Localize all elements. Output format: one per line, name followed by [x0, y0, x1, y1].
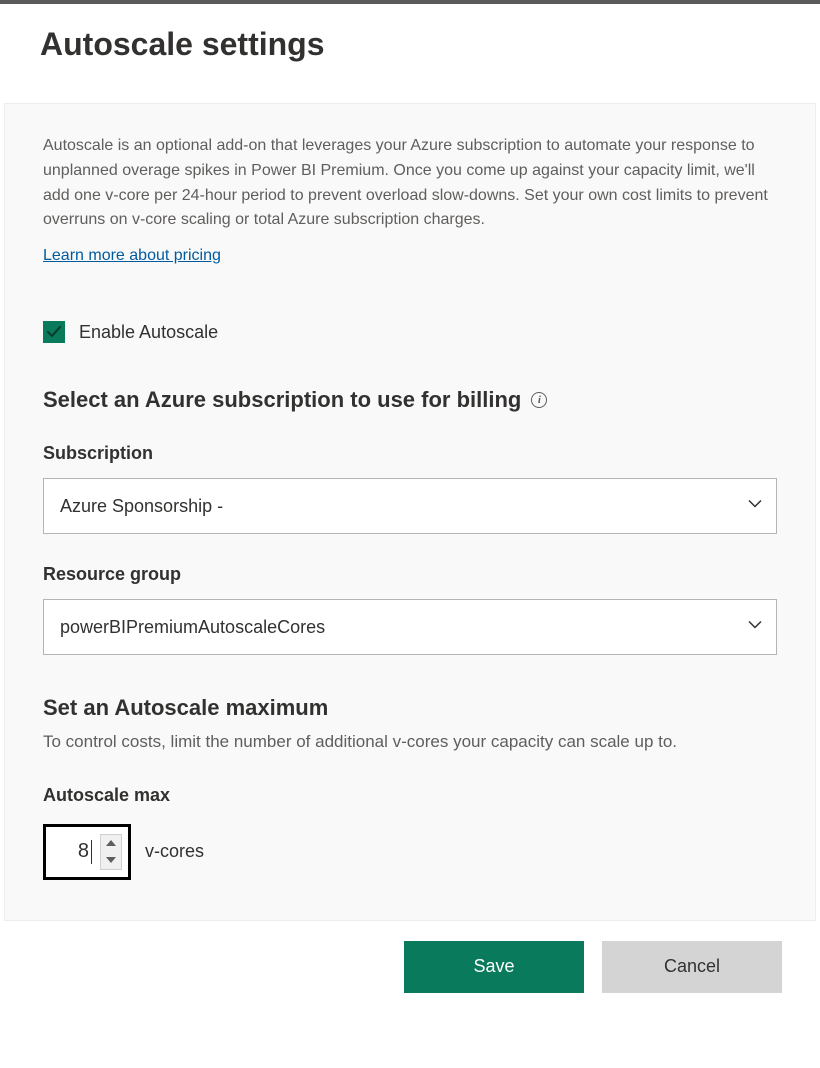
billing-section-title-text: Select an Azure subscription to use for … [43, 387, 521, 413]
autoscale-max-unit: v-cores [145, 841, 204, 862]
caret-up-icon [106, 840, 116, 846]
subscription-select-wrap: Azure Sponsorship - [43, 478, 777, 534]
autoscale-max-input[interactable] [56, 840, 92, 864]
learn-more-link[interactable]: Learn more about pricing [43, 247, 221, 265]
spinner-down-button[interactable] [101, 852, 121, 869]
subscription-label: Subscription [43, 443, 777, 464]
spinner-buttons [100, 834, 122, 870]
autoscale-max-spinner [43, 824, 131, 880]
checkmark-icon [46, 324, 62, 340]
info-icon[interactable]: i [531, 392, 547, 408]
dialog-header: Autoscale settings [0, 4, 820, 103]
subscription-select[interactable]: Azure Sponsorship - [43, 478, 777, 534]
spinner-up-button[interactable] [101, 835, 121, 852]
resource-group-select-wrap: powerBIPremiumAutoscaleCores [43, 599, 777, 655]
enable-autoscale-row: Enable Autoscale [43, 321, 777, 343]
autoscale-description: Autoscale is an optional add-on that lev… [43, 134, 777, 233]
max-section-description: To control costs, limit the number of ad… [43, 729, 777, 755]
billing-section-title: Select an Azure subscription to use for … [43, 387, 777, 413]
settings-panel: Autoscale is an optional add-on that lev… [4, 103, 816, 921]
autoscale-max-row: v-cores [43, 824, 777, 880]
enable-autoscale-label: Enable Autoscale [79, 322, 218, 343]
dialog-footer: Save Cancel [0, 921, 820, 1007]
page-title: Autoscale settings [40, 26, 780, 63]
resource-group-select[interactable]: powerBIPremiumAutoscaleCores [43, 599, 777, 655]
resource-group-label: Resource group [43, 564, 777, 585]
enable-autoscale-checkbox[interactable] [43, 321, 65, 343]
caret-down-icon [106, 857, 116, 863]
save-button[interactable]: Save [404, 941, 584, 993]
cancel-button[interactable]: Cancel [602, 941, 782, 993]
autoscale-max-label: Autoscale max [43, 785, 777, 806]
max-section-title: Set an Autoscale maximum [43, 695, 777, 721]
